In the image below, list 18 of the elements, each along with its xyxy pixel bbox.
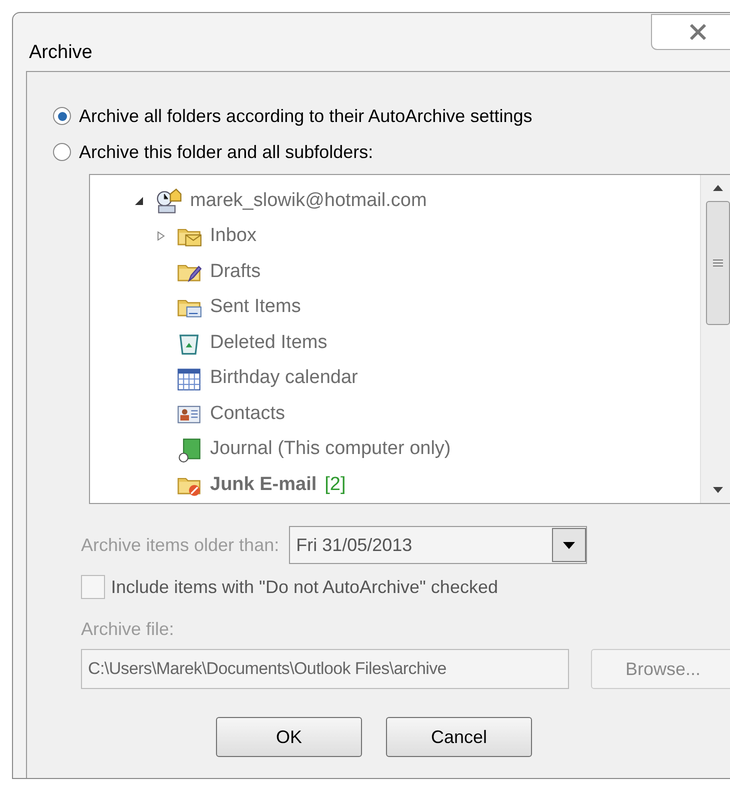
radio-button[interactable] [53, 107, 71, 125]
window-title: Archive [29, 41, 92, 65]
grip-icon [712, 259, 722, 267]
radio-button[interactable] [53, 143, 71, 161]
dialog-button[interactable]: OK [216, 717, 362, 757]
radio-option[interactable]: Archive this folder and all subfolders: [53, 134, 730, 170]
close-icon [688, 23, 708, 41]
dialog-button[interactable]: Cancel [386, 717, 532, 757]
radio-option[interactable]: Archive all folders according to their AutoArchive settings [53, 98, 730, 134]
archive-file-label: Archive file: [80, 618, 176, 641]
unread-count: [2] [324, 473, 346, 498]
calendar-icon [176, 366, 202, 392]
account-icon [154, 186, 182, 215]
journal-icon [176, 436, 202, 463]
older-than-label: Archive items older than: [81, 534, 280, 556]
checkbox-label: Include items with "Do not AutoArchive" checked [111, 576, 498, 598]
close-button[interactable] [651, 14, 730, 50]
dropdown-arrow-icon [563, 542, 576, 548]
